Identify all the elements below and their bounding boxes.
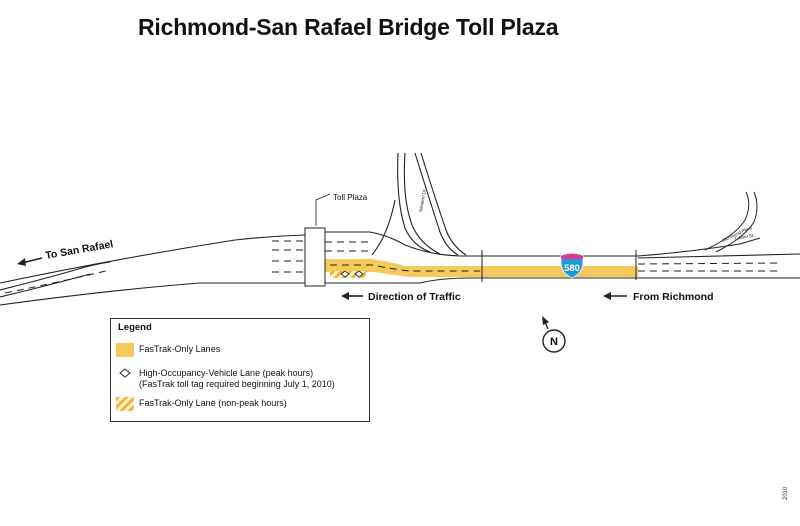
toll-plaza-label: Toll Plaza	[333, 193, 368, 202]
direction-arrow	[341, 292, 363, 300]
year-stamp: 2010	[783, 486, 789, 500]
legend-item-label: FasTrak-Only Lane (non-peak hours)	[139, 398, 287, 408]
shield-number: 580	[564, 263, 580, 274]
toll-plaza-map: Toll Plaza Western Dr Richmond Pkwy Cast…	[0, 152, 800, 353]
to-san-rafael-label: To San Rafael	[44, 238, 114, 262]
street-label-western: Western Dr	[418, 188, 427, 212]
direction-of-traffic-label: Direction of Traffic	[368, 291, 461, 303]
legend-title: Legend	[118, 322, 152, 333]
legend-item-hov: High-Occupancy-Vehicle Lane (peak hours)…	[116, 367, 335, 390]
north-arrow-icon: N	[542, 316, 566, 353]
toll-plaza-leader	[315, 193, 331, 226]
toll-plaza-booth	[304, 227, 326, 287]
hatched-swatch	[116, 397, 134, 411]
north-label: N	[550, 336, 558, 348]
to-san-rafael-arrow	[17, 257, 43, 266]
from-richmond-arrow	[603, 292, 627, 300]
legend-item-label: FasTrak-Only Lanes	[139, 344, 221, 354]
fastrak-swatch	[116, 343, 134, 357]
richmond-pkwy	[704, 191, 758, 253]
hov-diamond-icon	[119, 368, 131, 378]
legend-box: Legend FasTrak-Only Lanes High-Occupancy…	[110, 318, 370, 422]
legend-item-sublabel: (FasTrak toll tag required beginning Jul…	[139, 379, 335, 389]
legend-item-fastrak-nonpeak: FasTrak-Only Lane (non-peak hours)	[116, 397, 287, 411]
from-richmond-label: From Richmond	[633, 291, 714, 303]
legend-item-fastrak: FasTrak-Only Lanes	[116, 343, 220, 357]
legend-item-label: High-Occupancy-Vehicle Lane (peak hours)	[139, 368, 314, 378]
